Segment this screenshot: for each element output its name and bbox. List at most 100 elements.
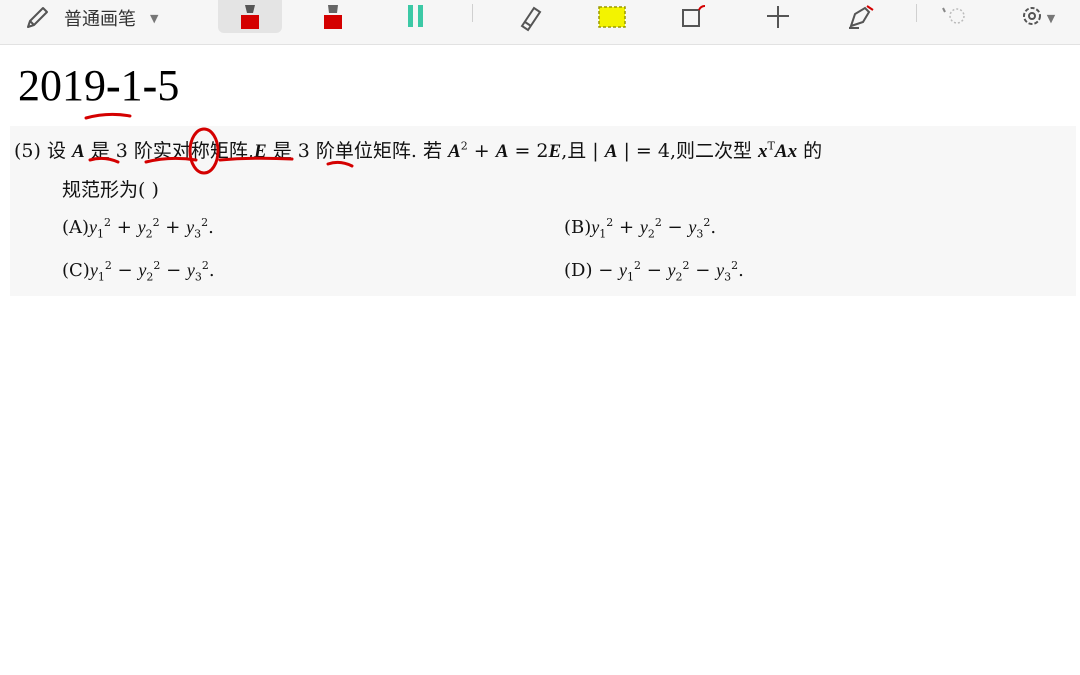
superscript: 2 — [654, 216, 662, 229]
option-label: (B) — [564, 217, 592, 238]
operator: − — [689, 260, 717, 281]
title-dash-1: - — [106, 61, 121, 110]
question-text: = 2 — [514, 140, 549, 162]
math-var: y — [89, 260, 98, 280]
chevron-down-icon: ▼ — [150, 11, 159, 25]
title-part-2: 1 — [120, 61, 143, 110]
option-label: (D) — [564, 260, 593, 281]
toolbar-separator-2 — [916, 4, 917, 22]
option-label: (A) — [62, 217, 90, 238]
subscript: 2 — [647, 227, 655, 241]
drawing-toolbar: 普通画笔 ▼ ▼ — [0, 0, 1080, 45]
shape-icon — [682, 5, 706, 27]
question-number: (5) — [14, 140, 41, 162]
eraser-icon — [520, 6, 542, 32]
pen-mode-label: 普通画笔 — [64, 9, 136, 30]
question-text: + — [473, 140, 490, 162]
question-text: 是 3 阶单位矩阵. 若 — [272, 140, 442, 162]
superscript: 2 — [104, 216, 112, 229]
question-text: 设 — [46, 140, 66, 162]
math-var: y — [716, 260, 725, 280]
fountain-pen-tool[interactable] — [840, 0, 880, 36]
eraser-tool[interactable] — [510, 0, 550, 36]
option-d[interactable]: (D) − y12 − y22 − y32. — [564, 259, 744, 284]
lasso-tool[interactable] — [930, 0, 970, 36]
superscript: 2 — [201, 259, 209, 272]
question-text: 是 3 阶实对称矩阵, — [90, 140, 254, 162]
question-text: | = 4,则二次型 — [623, 140, 752, 162]
page-title: 2019-1-5 — [18, 60, 179, 112]
toolbar-separator — [472, 4, 473, 22]
question-line-1: (5) 设 A 是 3 阶实对称矩阵,E 是 3 阶单位矩阵. 若 A2 + A… — [14, 136, 822, 163]
operator: + — [613, 217, 640, 238]
subscript: 1 — [97, 227, 105, 241]
highlighter-teal-tool[interactable] — [398, 0, 434, 36]
period: . — [208, 217, 214, 238]
fountain-pen-icon — [849, 5, 874, 29]
math-var: y — [186, 260, 195, 280]
operator: − — [111, 260, 139, 281]
highlighter-teal-icon — [408, 5, 423, 27]
option-c[interactable]: (C)y12 − y22 − y32. — [62, 259, 215, 284]
marker-red-tool[interactable] — [232, 0, 268, 36]
subscript: 2 — [145, 227, 153, 241]
highlight-rect-icon — [598, 6, 626, 28]
question-text: 的 — [803, 140, 823, 162]
math-symbol: A — [72, 141, 85, 162]
superscript: T — [767, 139, 775, 153]
pencil-icon — [27, 7, 48, 28]
math-var: y — [667, 260, 676, 280]
math-var: y — [137, 217, 146, 237]
shape-tool[interactable] — [672, 0, 712, 36]
settings-gear-icon — [1022, 7, 1041, 25]
superscript: 2 — [634, 259, 642, 272]
subscript: 3 — [724, 270, 732, 284]
operator: − — [592, 260, 620, 281]
period: . — [710, 217, 717, 238]
question-text: ,且 | — [561, 140, 599, 162]
plus-tool[interactable] — [758, 0, 798, 36]
question-line-2: 规范形为( ) — [62, 179, 159, 201]
chevron-down-icon: ▼ — [1046, 11, 1056, 25]
superscript: 2 — [152, 216, 160, 229]
superscript: 2 — [460, 139, 468, 153]
annotation-underline-year — [84, 112, 132, 120]
math-var: y — [89, 217, 98, 237]
marker-red-2-icon — [324, 5, 342, 29]
math-var: y — [639, 217, 648, 237]
operator: − — [641, 260, 668, 281]
math-var: y — [186, 217, 195, 237]
option-a[interactable]: (A)y12 + y22 + y32. — [62, 216, 214, 241]
marker-red-icon — [241, 5, 259, 29]
math-symbol: A — [495, 141, 509, 162]
subscript: 3 — [194, 227, 202, 241]
lasso-icon — [942, 7, 965, 24]
subscript: 2 — [146, 270, 154, 284]
subscript: 3 — [194, 270, 202, 284]
highlight-rect-tool[interactable] — [592, 0, 632, 36]
settings-dropdown[interactable]: ▼ — [1006, 0, 1066, 36]
pen-mode-dropdown[interactable]: 普通画笔 ▼ — [22, 0, 192, 36]
subscript: 3 — [696, 227, 704, 241]
math-symbol: Ax — [774, 141, 798, 162]
math-var: y — [619, 260, 628, 280]
math-symbol: A — [604, 141, 618, 162]
operator: − — [661, 217, 689, 238]
superscript: 2 — [104, 259, 112, 272]
operator: + — [111, 217, 138, 238]
period: . — [738, 260, 744, 281]
subscript: 2 — [675, 270, 683, 284]
option-b[interactable]: (B)y12 + y22 − y32. — [564, 216, 716, 241]
operator: + — [159, 217, 187, 238]
math-symbol: E — [253, 141, 267, 162]
marker-red-2-tool[interactable] — [315, 0, 351, 36]
math-symbol: x — [758, 141, 768, 162]
period: . — [208, 260, 215, 281]
superscript: 2 — [682, 259, 690, 272]
subscript: 1 — [97, 270, 105, 284]
plus-icon — [767, 6, 789, 28]
math-symbol: E — [548, 141, 562, 162]
title-part-3: 5 — [157, 61, 180, 110]
title-dash-2: - — [142, 61, 158, 110]
subscript: 1 — [599, 227, 607, 241]
